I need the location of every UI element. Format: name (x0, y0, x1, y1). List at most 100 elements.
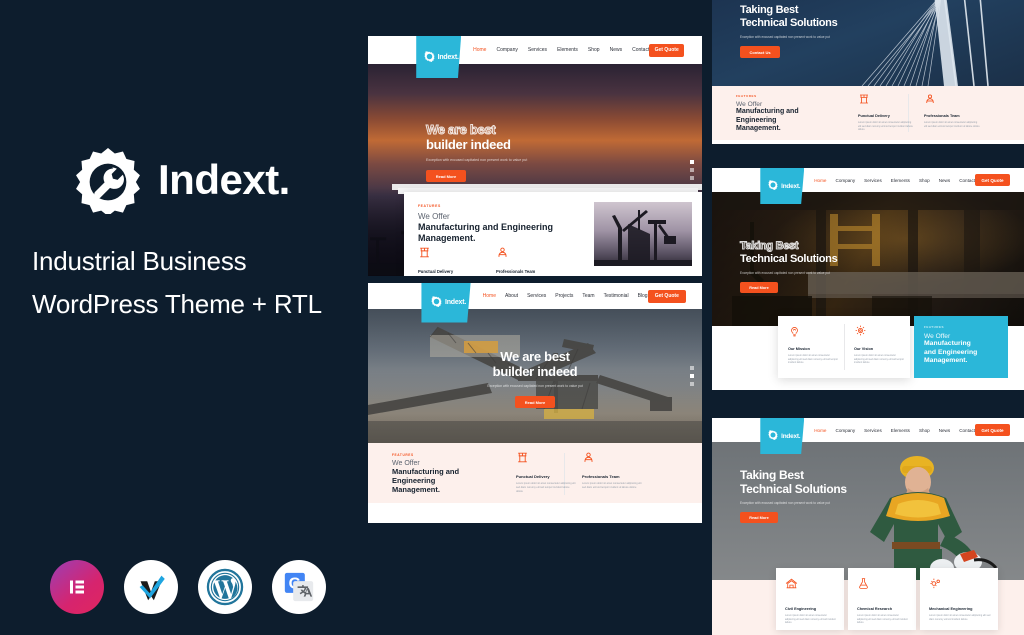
nav-item-home[interactable]: Home (814, 178, 826, 183)
hero-read-more-button[interactable]: Read More (515, 396, 555, 408)
feature-professionals-team: Professionals Team Lorem ipsum dolor sit… (924, 92, 980, 128)
mock2-hero: We are best builder indeed Exception wit… (368, 309, 702, 443)
nav-item-shop[interactable]: Shop (919, 178, 930, 183)
feature-title: Punctual Delivery (858, 114, 890, 118)
tagline: Industrial Business WordPress Theme + RT… (32, 240, 362, 326)
hero-title-line-1: Taking Best (740, 4, 799, 16)
hero-title-outline: Taking Best (739, 240, 799, 253)
mock2-logo-tab[interactable]: Indext. (421, 283, 471, 323)
left-branding-panel: Indext. Industrial Business WordPress Th… (0, 0, 360, 635)
nav-item-contact[interactable]: Contact (959, 178, 975, 183)
mock4-nav-links[interactable]: Home Company Services Elements Shop News… (814, 428, 975, 433)
mock1-nav-links[interactable]: Home Company Services Elements Shop News… (473, 47, 649, 53)
nav-item-contact[interactable]: Contact (632, 47, 649, 53)
offer-heading-block: FEATURES We Offer Manufacturing and Engi… (392, 453, 488, 494)
service-desc: Lorem ipsum dolor sit amet consectetur a… (785, 614, 836, 625)
nav-item-home[interactable]: Home (473, 47, 486, 53)
nav-item-about[interactable]: About (505, 293, 518, 299)
nav-item-news[interactable]: News (939, 428, 951, 433)
mock4-logo-tab[interactable]: Indext. (760, 418, 805, 454)
gear-icon (768, 180, 778, 192)
mock4-navbar[interactable]: Indext. Home Company Services Elements S… (712, 418, 1024, 454)
offer-bold-1: Manufacturing and (736, 108, 799, 115)
nav-item-company[interactable]: Company (496, 47, 517, 53)
feature-punctual-delivery: Punctual Delivery Lorem ipsum dolor sit … (516, 451, 576, 493)
bridge-offer-section: FEATURES We Offer Manufacturing and Engi… (712, 86, 1024, 140)
mockup-homepage-excavator[interactable]: Indext. Home About Services Projects Tea… (368, 283, 702, 523)
feature-punctual-delivery: Punctual Delivery Lorem ipsum dolor sit … (418, 246, 480, 276)
vision-item: Our Vision Lorem ipsum dolor sit amet co… (854, 324, 904, 365)
nav-item-shop[interactable]: Shop (588, 47, 600, 53)
service-card-chemical[interactable]: Chemical Research Lorem ipsum dolor sit … (848, 568, 916, 630)
offer-heading-block: FEATURES We Offer Manufacturing and Engi… (418, 204, 568, 244)
nav-item-services[interactable]: Services (527, 293, 546, 299)
nav-item-testimonial[interactable]: Testimonial (604, 293, 629, 299)
nav-item-home[interactable]: Home (483, 293, 496, 299)
hero-title-line-1: We are best (500, 349, 570, 364)
offer-card: FEATURES We Offer Manufacturing and Engi… (404, 192, 702, 276)
offer-eyebrow: FEATURES (418, 204, 441, 208)
nav-item-company[interactable]: Company (836, 178, 856, 183)
mockup-factory-mission-vision[interactable]: Indext. Home Company Services Elements S… (712, 168, 1024, 390)
get-quote-button[interactable]: Get Quote (647, 289, 686, 303)
get-quote-button[interactable]: Get Quote (975, 174, 1010, 186)
nav-item-elements[interactable]: Elements (891, 428, 910, 433)
hero-read-more-button[interactable]: Read More (740, 512, 778, 523)
mock1-navbar[interactable]: Indext. Home Company Services Elements S… (368, 36, 702, 78)
mock3-logo-tab[interactable]: Indext. (760, 168, 805, 204)
hero-title-solid: builder indeed (426, 137, 511, 152)
feature-title: Professionals Team (924, 114, 960, 118)
mockup-homepage-builder[interactable]: Indext. Home Company Services Elements S… (368, 36, 702, 276)
mock1-logo-tab[interactable]: Indext. (416, 36, 462, 78)
chemical-research-icon (857, 577, 870, 594)
mockup-worker-services[interactable]: Indext. Home Company Services Elements S… (712, 418, 1024, 635)
mission-item: Our Mission Lorem ipsum dolor sit amet c… (788, 324, 838, 365)
get-quote-button[interactable]: Get Quote (649, 43, 684, 57)
nav-item-projects[interactable]: Projects (555, 293, 573, 299)
nav-item-elements[interactable]: Elements (557, 47, 578, 53)
get-quote-button[interactable]: Get Quote (975, 424, 1010, 436)
service-card-civil[interactable]: Civil Engineering Lorem ipsum dolor sit … (776, 568, 844, 630)
mock2-nav-links[interactable]: Home About Services Projects Team Testim… (483, 293, 648, 299)
contact-us-button[interactable]: Contact Us (740, 46, 780, 58)
mock2-logo-text: Indext. (444, 299, 467, 306)
wordpress-badge-icon (198, 560, 252, 614)
gear-icon (424, 50, 435, 64)
offer-bold-1: Manufacturing and (392, 467, 460, 476)
hero-title-line-2: Technical Solutions (740, 17, 838, 29)
hero-read-more-button[interactable]: Read More (426, 170, 466, 182)
nav-item-shop[interactable]: Shop (919, 428, 930, 433)
nav-item-news[interactable]: News (610, 47, 623, 53)
hero-slider-dots[interactable] (690, 366, 694, 386)
nav-item-services[interactable]: Services (864, 178, 882, 183)
hero-title-solid: Technical Solutions (740, 253, 838, 265)
hero-subtitle: Exception with excused capitated non pre… (426, 158, 528, 162)
hero-read-more-button[interactable]: Read More (740, 282, 778, 293)
offer-light-line: We Offer (736, 101, 763, 108)
elementor-badge-icon (50, 560, 104, 614)
pillar-icon (418, 246, 431, 263)
crane-photo-silhouette (594, 210, 692, 266)
pillar-icon (516, 451, 529, 468)
mockup-bridge-technical[interactable]: Taking Best Technical Solutions Exceptio… (712, 0, 1024, 144)
nav-item-elements[interactable]: Elements (891, 178, 910, 183)
item-desc: Lorem ipsum dolor sit amet consectetur a… (854, 354, 904, 365)
service-card-mechanical[interactable]: Mechanical Engineering Lorem ipsum dolor… (920, 568, 998, 630)
nav-item-blog[interactable]: Blog (638, 293, 648, 299)
nav-item-services[interactable]: Services (528, 47, 547, 53)
mock3-nav-links[interactable]: Home Company Services Elements Shop News… (814, 178, 975, 183)
hero-slider-dots[interactable] (690, 160, 694, 180)
nav-item-team[interactable]: Team (582, 293, 594, 299)
offer-bold-2: Engineering (392, 476, 436, 485)
mock2-navbar[interactable]: Indext. Home About Services Projects Tea… (368, 283, 702, 323)
nav-item-services[interactable]: Services (864, 428, 882, 433)
nav-item-news[interactable]: News (939, 178, 951, 183)
feature-desc: Lorem ipsum dolor sit amet consectetur a… (582, 482, 642, 489)
nav-item-contact[interactable]: Contact (959, 428, 975, 433)
feature-title: Punctual Delivery (418, 269, 454, 274)
team-icon (924, 92, 936, 109)
nav-item-company[interactable]: Company (836, 428, 856, 433)
mock3-navbar[interactable]: Indext. Home Company Services Elements S… (712, 168, 1024, 204)
gear-icon (431, 296, 442, 309)
nav-item-home[interactable]: Home (814, 428, 826, 433)
